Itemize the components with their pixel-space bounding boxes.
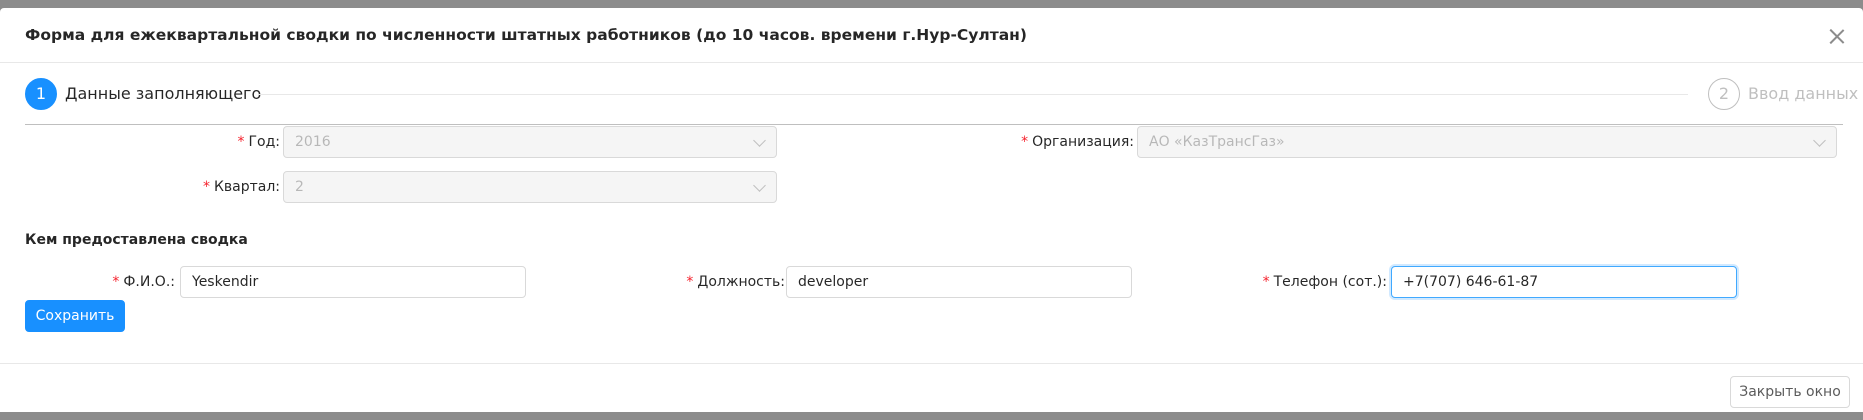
fio-label: * Ф.И.О.: [112,274,175,290]
step-1-indicator[interactable]: 1 [25,78,57,110]
modal-footer: Закрыть окно [0,363,1863,418]
position-label: * Должность: [686,274,785,290]
steps: 1 Данные заполняющего 2 Ввод данных [25,78,1858,118]
modal-dialog: Форма для ежеквартальной сводки по числе… [0,8,1863,418]
required-mark: * [112,274,120,290]
year-label: * Год: [237,134,280,150]
close-icon[interactable] [1825,25,1849,49]
required-mark: * [1021,134,1029,150]
quarter-value: 2 [295,179,304,195]
chevron-down-icon [1813,134,1826,147]
position-label-text: Должность [697,274,781,290]
organization-select[interactable]: АО «КазТрансГаз» [1137,126,1837,158]
organization-label-text: Организация [1032,134,1130,150]
required-mark: * [686,274,694,290]
close-window-button[interactable]: Закрыть окно [1730,376,1850,408]
quarter-select[interactable]: 2 [283,171,777,203]
required-mark: * [1262,274,1270,290]
chevron-down-icon [753,134,766,147]
section-title: Кем предоставлена сводка [25,232,248,248]
chevron-down-icon [753,179,766,192]
step-2-label[interactable]: Ввод данных [1748,84,1858,103]
quarter-label: * Квартал: [202,179,280,195]
year-value: 2016 [295,134,331,150]
phone-label-text: Телефон (сот.) [1273,274,1383,290]
step-connector [258,94,1688,95]
steps-divider [25,124,1843,125]
modal-header: Форма для ежеквартальной сводки по числе… [0,8,1863,63]
phone-input[interactable]: +7(707) 646-61-87 [1391,266,1737,298]
year-label-text: Год [248,134,276,150]
required-mark: * [237,134,245,150]
backdrop-bottom [0,412,1863,420]
quarter-label-text: Квартал [213,179,276,195]
step-1-label[interactable]: Данные заполняющего [65,84,261,103]
fio-input[interactable]: Yeskendir [180,266,526,298]
modal-title: Форма для ежеквартальной сводки по числе… [25,26,1027,44]
backdrop-top [0,0,1863,8]
save-button[interactable]: Сохранить [25,300,125,332]
position-input[interactable]: developer [786,266,1132,298]
step-2-indicator[interactable]: 2 [1708,78,1740,110]
organization-label: * Организация: [1021,134,1134,150]
year-select[interactable]: 2016 [283,126,777,158]
organization-value: АО «КазТрансГаз» [1149,134,1285,150]
required-mark: * [202,179,210,195]
phone-label: * Телефон (сот.): [1262,274,1387,290]
fio-label-text: Ф.И.О. [123,274,171,290]
